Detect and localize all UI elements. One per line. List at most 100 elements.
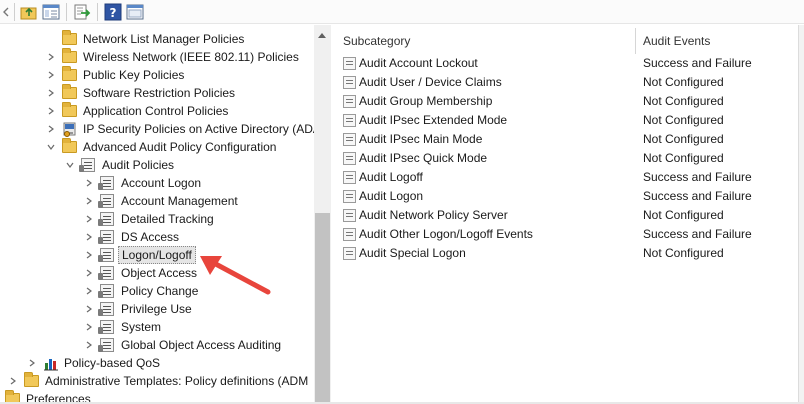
chevron-down-icon[interactable] xyxy=(66,161,74,169)
tree-item[interactable]: Public Key Policies xyxy=(0,66,314,84)
table-row[interactable]: Audit IPsec Quick Mode Not Configured xyxy=(334,149,804,168)
audit-subcategory-icon xyxy=(343,228,356,241)
tree-scrollbar[interactable] xyxy=(314,25,331,404)
chevron-down-icon[interactable] xyxy=(47,143,55,151)
audit-events-value: Not Configured xyxy=(643,75,724,89)
toolbar-separator xyxy=(66,3,67,21)
column-divider[interactable] xyxy=(635,28,636,54)
audit-subcategory-icon xyxy=(343,171,356,184)
audit-subcategory-icon xyxy=(343,209,356,222)
table-row[interactable]: Audit IPsec Extended Mode Not Configured xyxy=(334,111,804,130)
tree-item[interactable]: Account Management xyxy=(0,192,314,210)
chevron-right-icon[interactable] xyxy=(85,323,93,331)
up-folder-icon[interactable] xyxy=(20,3,38,21)
export-list-icon[interactable] xyxy=(73,3,91,21)
bar-chart-icon xyxy=(44,359,58,371)
tree-item[interactable]: System xyxy=(0,318,314,336)
chevron-right-icon[interactable] xyxy=(85,287,93,295)
chevron-right-icon[interactable] xyxy=(85,341,93,349)
tree-item-label: Account Management xyxy=(121,194,238,208)
audit-policy-icon xyxy=(98,320,114,334)
subcategory-name: Audit Network Policy Server xyxy=(359,208,508,222)
ip-security-icon xyxy=(63,122,76,137)
audit-policy-icon xyxy=(98,338,114,352)
subcategory-name: Audit Group Membership xyxy=(359,94,493,108)
audit-subcategory-icon xyxy=(343,152,356,165)
tree-item-label: Network List Manager Policies xyxy=(83,32,245,46)
subcategory-name: Audit Other Logon/Logoff Events xyxy=(359,227,533,241)
table-row[interactable]: Audit Logon Success and Failure xyxy=(334,187,804,206)
table-row[interactable]: Audit Group Membership Not Configured xyxy=(334,92,804,111)
help-icon[interactable]: ? xyxy=(104,3,122,21)
tree-item[interactable]: Software Restriction Policies xyxy=(0,84,314,102)
chevron-right-icon[interactable] xyxy=(47,71,55,79)
tree-item[interactable]: Application Control Policies xyxy=(0,102,314,120)
tree-item[interactable]: Wireless Network (IEEE 802.11) Policies xyxy=(0,48,314,66)
tree-item-label: Application Control Policies xyxy=(83,104,229,118)
scrollbar-thumb[interactable] xyxy=(315,213,330,404)
audit-events-value: Success and Failure xyxy=(643,56,752,70)
tree-item[interactable]: Advanced Audit Policy Configuration xyxy=(0,138,314,156)
audit-events-value: Success and Failure xyxy=(643,189,752,203)
chevron-right-icon[interactable] xyxy=(9,377,17,385)
tree-item-label: Software Restriction Policies xyxy=(83,86,236,100)
table-row[interactable]: Audit Logoff Success and Failure xyxy=(334,168,804,187)
chevron-right-icon[interactable] xyxy=(47,53,55,61)
audit-policy-icon xyxy=(98,248,114,262)
folder-icon xyxy=(62,102,77,117)
console-tree[interactable]: Network List Manager Policies Wireless Ne… xyxy=(0,25,331,404)
audit-policy-icon xyxy=(98,284,114,298)
audit-events-value: Not Configured xyxy=(643,94,724,108)
subcategory-name: Audit Logoff xyxy=(359,170,423,184)
table-row[interactable]: Audit User / Device Claims Not Configured xyxy=(334,73,804,92)
show-hide-tree-icon[interactable] xyxy=(42,3,60,21)
chevron-right-icon[interactable] xyxy=(47,125,55,133)
tree-item[interactable]: Global Object Access Auditing xyxy=(0,336,314,354)
tree-item[interactable]: Detailed Tracking xyxy=(0,210,314,228)
tree-item[interactable]: Administrative Templates: Policy definit… xyxy=(0,372,314,390)
chevron-right-icon[interactable] xyxy=(85,305,93,313)
scroll-up-arrow-icon[interactable] xyxy=(318,33,326,38)
tree-item[interactable]: Privilege Use xyxy=(0,300,314,318)
table-row[interactable]: Audit IPsec Main Mode Not Configured xyxy=(334,130,804,149)
tree-item[interactable]: DS Access xyxy=(0,228,314,246)
chevron-right-icon[interactable] xyxy=(85,233,93,241)
chevron-right-icon[interactable] xyxy=(85,251,93,259)
chevron-right-icon[interactable] xyxy=(85,269,93,277)
tree-item[interactable]: Account Logon xyxy=(0,174,314,192)
tree-item-label: Privilege Use xyxy=(121,302,192,316)
tree-item[interactable]: Audit Policies xyxy=(0,156,314,174)
chevron-right-icon[interactable] xyxy=(85,215,93,223)
tree-item[interactable]: IP Security Policies on Active Directory… xyxy=(0,120,321,138)
back-icon[interactable] xyxy=(2,3,10,21)
audit-subcategory-icon xyxy=(343,190,356,203)
audit-events-value: Not Configured xyxy=(643,208,724,222)
chevron-right-icon[interactable] xyxy=(47,107,55,115)
audit-events-value: Success and Failure xyxy=(643,227,752,241)
audit-subcategory-icon xyxy=(343,76,356,89)
chevron-right-icon[interactable] xyxy=(85,197,93,205)
tree-item[interactable]: Policy-based QoS xyxy=(0,354,314,372)
audit-policy-icon xyxy=(98,266,114,280)
folder-icon xyxy=(62,66,77,81)
audit-subcategory-icon xyxy=(343,114,356,127)
tree-item[interactable]: Network List Manager Policies xyxy=(0,30,314,48)
tree-item-label: DS Access xyxy=(121,230,180,244)
subcategory-name: Audit Account Lockout xyxy=(359,56,478,70)
table-row[interactable]: Audit Account Lockout Success and Failure xyxy=(334,54,804,73)
audit-events-value: Not Configured xyxy=(643,246,724,260)
tree-item-label: Global Object Access Auditing xyxy=(121,338,282,352)
chevron-right-icon[interactable] xyxy=(85,179,93,187)
table-row[interactable]: Audit Network Policy Server Not Configure… xyxy=(334,206,804,225)
folder-icon xyxy=(24,372,39,387)
properties-icon[interactable] xyxy=(126,3,144,21)
audit-policy-icon xyxy=(98,176,114,190)
subcategory-name: Audit IPsec Quick Mode xyxy=(359,151,488,165)
tree-item-label: IP Security Policies on Active Directory… xyxy=(83,122,321,136)
table-row[interactable]: Audit Other Logon/Logoff Events Success a… xyxy=(334,225,804,244)
chevron-right-icon[interactable] xyxy=(28,359,36,367)
tree-item-label: Advanced Audit Policy Configuration xyxy=(83,140,277,154)
chevron-right-icon[interactable] xyxy=(47,89,55,97)
table-row[interactable]: Audit Special Logon Not Configured xyxy=(334,244,804,263)
folder-icon xyxy=(62,138,77,153)
